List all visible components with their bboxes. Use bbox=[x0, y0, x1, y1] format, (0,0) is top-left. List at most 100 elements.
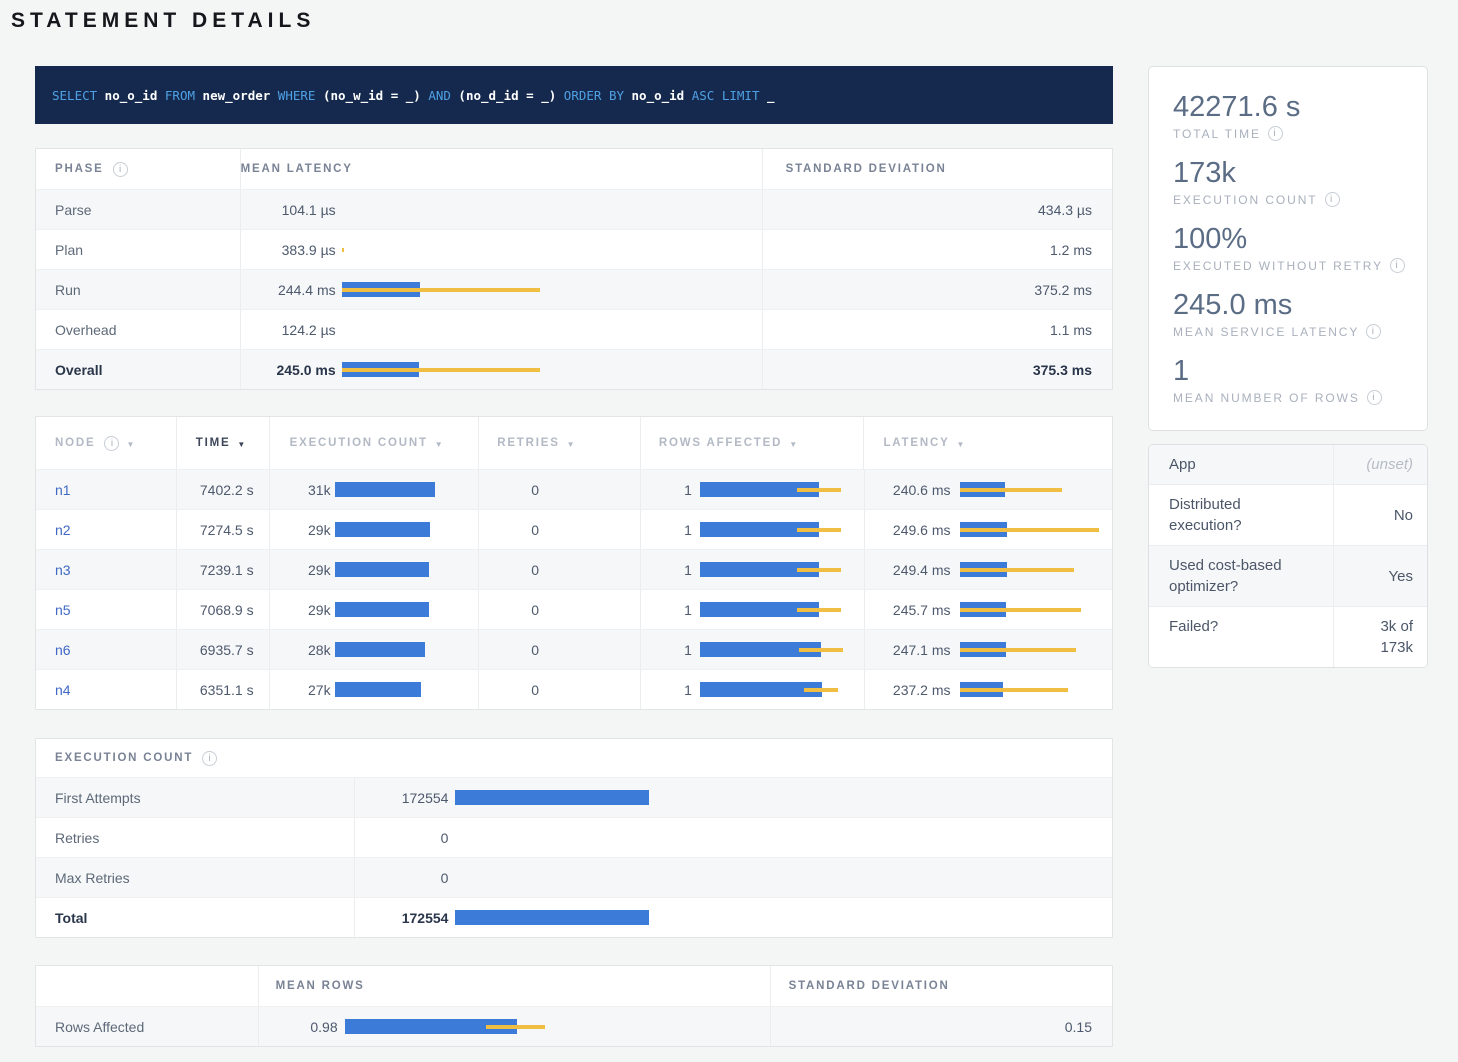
summary-stats-card: 42271.6 s TOTAL TIME 173k EXECUTION COUN… bbox=[1148, 66, 1428, 431]
stat-value: 1 bbox=[1173, 354, 1427, 388]
execution-count-label: Retries bbox=[55, 830, 99, 846]
sql-keyword: SELECT bbox=[52, 88, 97, 103]
sort-arrow-icon bbox=[237, 434, 245, 452]
latency-value: 249.6 ms bbox=[871, 522, 951, 538]
attribute-value: Yes bbox=[1334, 546, 1427, 606]
node-link[interactable]: n1 bbox=[55, 482, 71, 498]
node-link[interactable]: n4 bbox=[55, 682, 71, 698]
latency-value: 237.2 ms bbox=[871, 682, 951, 698]
main-content: SELECT no_o_id FROM new_order WHERE (no_… bbox=[35, 66, 1113, 1047]
table-row: Parse 104.1 µs 434.3 µs bbox=[36, 189, 1112, 229]
rows-affected-table-header: MEAN ROWS STANDARD DEVIATION bbox=[36, 966, 1112, 1006]
time-value: 7274.5 s bbox=[200, 522, 254, 538]
latency-bar bbox=[342, 322, 542, 337]
execution-count-value: 28k bbox=[276, 642, 331, 658]
std-dev-value: 375.2 ms bbox=[1034, 282, 1092, 298]
phase-label: Plan bbox=[55, 242, 83, 258]
table-row: Plan 383.9 µs 1.2 ms bbox=[36, 229, 1112, 269]
sql-statement: SELECT no_o_id FROM new_order WHERE (no_… bbox=[35, 66, 1113, 124]
latency-column-header[interactable]: LATENCY bbox=[864, 417, 1112, 469]
statement-attributes-card: App (unset) Distributed execution? No Us… bbox=[1148, 444, 1428, 668]
stat-label: MEAN SERVICE LATENCY bbox=[1173, 325, 1359, 339]
attribute-value: 3k of 173k bbox=[1334, 607, 1427, 667]
execution-count-value: 0 bbox=[362, 870, 448, 886]
phase-label: Overall bbox=[55, 362, 102, 378]
rows-affected-value: 1 bbox=[659, 642, 692, 658]
info-icon[interactable] bbox=[113, 162, 128, 177]
std-dev-column-header: STANDARD DEVIATION bbox=[789, 980, 950, 992]
stat-mean-number-of-rows: 1 MEAN NUMBER OF ROWS bbox=[1173, 354, 1427, 405]
execution-count-value: 31k bbox=[276, 482, 331, 498]
table-row: n2 7274.5 s 29k 0 1 249.6 ms bbox=[36, 509, 1112, 549]
execution-count-bar bbox=[455, 910, 655, 925]
summary-sidebar: 42271.6 s TOTAL TIME 173k EXECUTION COUN… bbox=[1148, 66, 1428, 668]
page-title: STATEMENT DETAILS bbox=[11, 9, 315, 33]
sql-identifier: new_order bbox=[195, 88, 270, 103]
rows-affected-bar bbox=[700, 522, 850, 537]
sort-arrow-icon bbox=[957, 434, 965, 452]
latency-bar bbox=[960, 602, 1105, 617]
execution-count-table: EXECUTION COUNT First Attempts 172554 Re… bbox=[35, 738, 1113, 938]
rows-affected-value: 1 bbox=[659, 602, 692, 618]
attribute-label: Used cost-based optimizer? bbox=[1149, 546, 1334, 606]
rows-affected-value: 1 bbox=[659, 482, 692, 498]
table-row: n1 7402.2 s 31k 0 1 240.6 ms bbox=[36, 469, 1112, 509]
node-link[interactable]: n6 bbox=[55, 642, 71, 658]
stat-label: TOTAL TIME bbox=[1173, 127, 1261, 141]
node-stats-table: NODE TIME EXECUTION COUNT RETRIES ROWS A… bbox=[35, 416, 1113, 710]
info-icon[interactable] bbox=[1325, 192, 1340, 207]
attribute-label: App bbox=[1149, 445, 1334, 484]
table-row: Run 244.4 ms 375.2 ms bbox=[36, 269, 1112, 309]
execution-count-value: 29k bbox=[276, 562, 331, 578]
stat-label: EXECUTION COUNT bbox=[1173, 193, 1318, 207]
sort-arrow-icon bbox=[567, 434, 575, 452]
sort-arrow-icon bbox=[789, 434, 797, 452]
phase-latency-table: PHASE MEAN LATENCY STANDARD DEVIATION Pa… bbox=[35, 148, 1113, 390]
latency-value: 240.6 ms bbox=[871, 482, 951, 498]
sort-arrow-icon bbox=[435, 434, 443, 452]
table-row: Rows Affected 0.98 0.15 bbox=[36, 1006, 1112, 1046]
latency-value: 245.7 ms bbox=[871, 602, 951, 618]
node-link[interactable]: n3 bbox=[55, 562, 71, 578]
retries-value: 0 bbox=[519, 602, 551, 618]
execution-count-value: 27k bbox=[276, 682, 331, 698]
retries-column-header[interactable]: RETRIES bbox=[479, 417, 641, 469]
stat-value: 245.0 ms bbox=[1173, 288, 1427, 322]
execution-count-bar bbox=[335, 642, 441, 657]
latency-bar bbox=[342, 242, 542, 257]
stat-value: 42271.6 s bbox=[1173, 90, 1427, 124]
std-dev-value: 1.1 ms bbox=[1050, 322, 1092, 338]
execution-count-bar bbox=[335, 482, 441, 497]
node-link[interactable]: n5 bbox=[55, 602, 71, 618]
table-row: n3 7239.1 s 29k 0 1 249.4 ms bbox=[36, 549, 1112, 589]
execution-count-bar bbox=[335, 682, 441, 697]
node-link[interactable]: n2 bbox=[55, 522, 71, 538]
execution-count-bar bbox=[335, 562, 441, 577]
stat-value: 173k bbox=[1173, 156, 1427, 190]
time-value: 7239.1 s bbox=[200, 562, 254, 578]
execution-count-table-header: EXECUTION COUNT bbox=[36, 739, 1112, 777]
rows-affected-column-header[interactable]: ROWS AFFECTED bbox=[641, 417, 865, 469]
execution-count-value: 172554 bbox=[362, 910, 448, 926]
mean-rows-value: 0.98 bbox=[276, 1019, 338, 1035]
info-icon[interactable] bbox=[202, 751, 217, 766]
execution-count-value: 172554 bbox=[362, 790, 448, 806]
execution-count-column-header[interactable]: EXECUTION COUNT bbox=[270, 417, 480, 469]
phase-label: Parse bbox=[55, 202, 92, 218]
phase-table-header: PHASE MEAN LATENCY STANDARD DEVIATION bbox=[36, 149, 1112, 189]
node-column-header[interactable]: NODE bbox=[36, 417, 177, 469]
info-icon[interactable] bbox=[1390, 258, 1405, 273]
execution-count-value: 29k bbox=[276, 522, 331, 538]
time-column-header[interactable]: TIME bbox=[177, 417, 270, 469]
info-icon[interactable] bbox=[104, 436, 119, 451]
mean-latency-value: 104.1 µs bbox=[249, 202, 336, 218]
sql-identifier: (no_w_id = _) bbox=[315, 88, 420, 103]
execution-count-value: 29k bbox=[276, 602, 331, 618]
info-icon[interactable] bbox=[1268, 126, 1283, 141]
info-icon[interactable] bbox=[1367, 390, 1382, 405]
node-table-header: NODE TIME EXECUTION COUNT RETRIES ROWS A… bbox=[36, 417, 1112, 469]
attribute-row-cost-based-optimizer: Used cost-based optimizer? Yes bbox=[1149, 545, 1427, 606]
execution-count-bar bbox=[335, 522, 441, 537]
stat-value: 100% bbox=[1173, 222, 1427, 256]
info-icon[interactable] bbox=[1366, 324, 1381, 339]
